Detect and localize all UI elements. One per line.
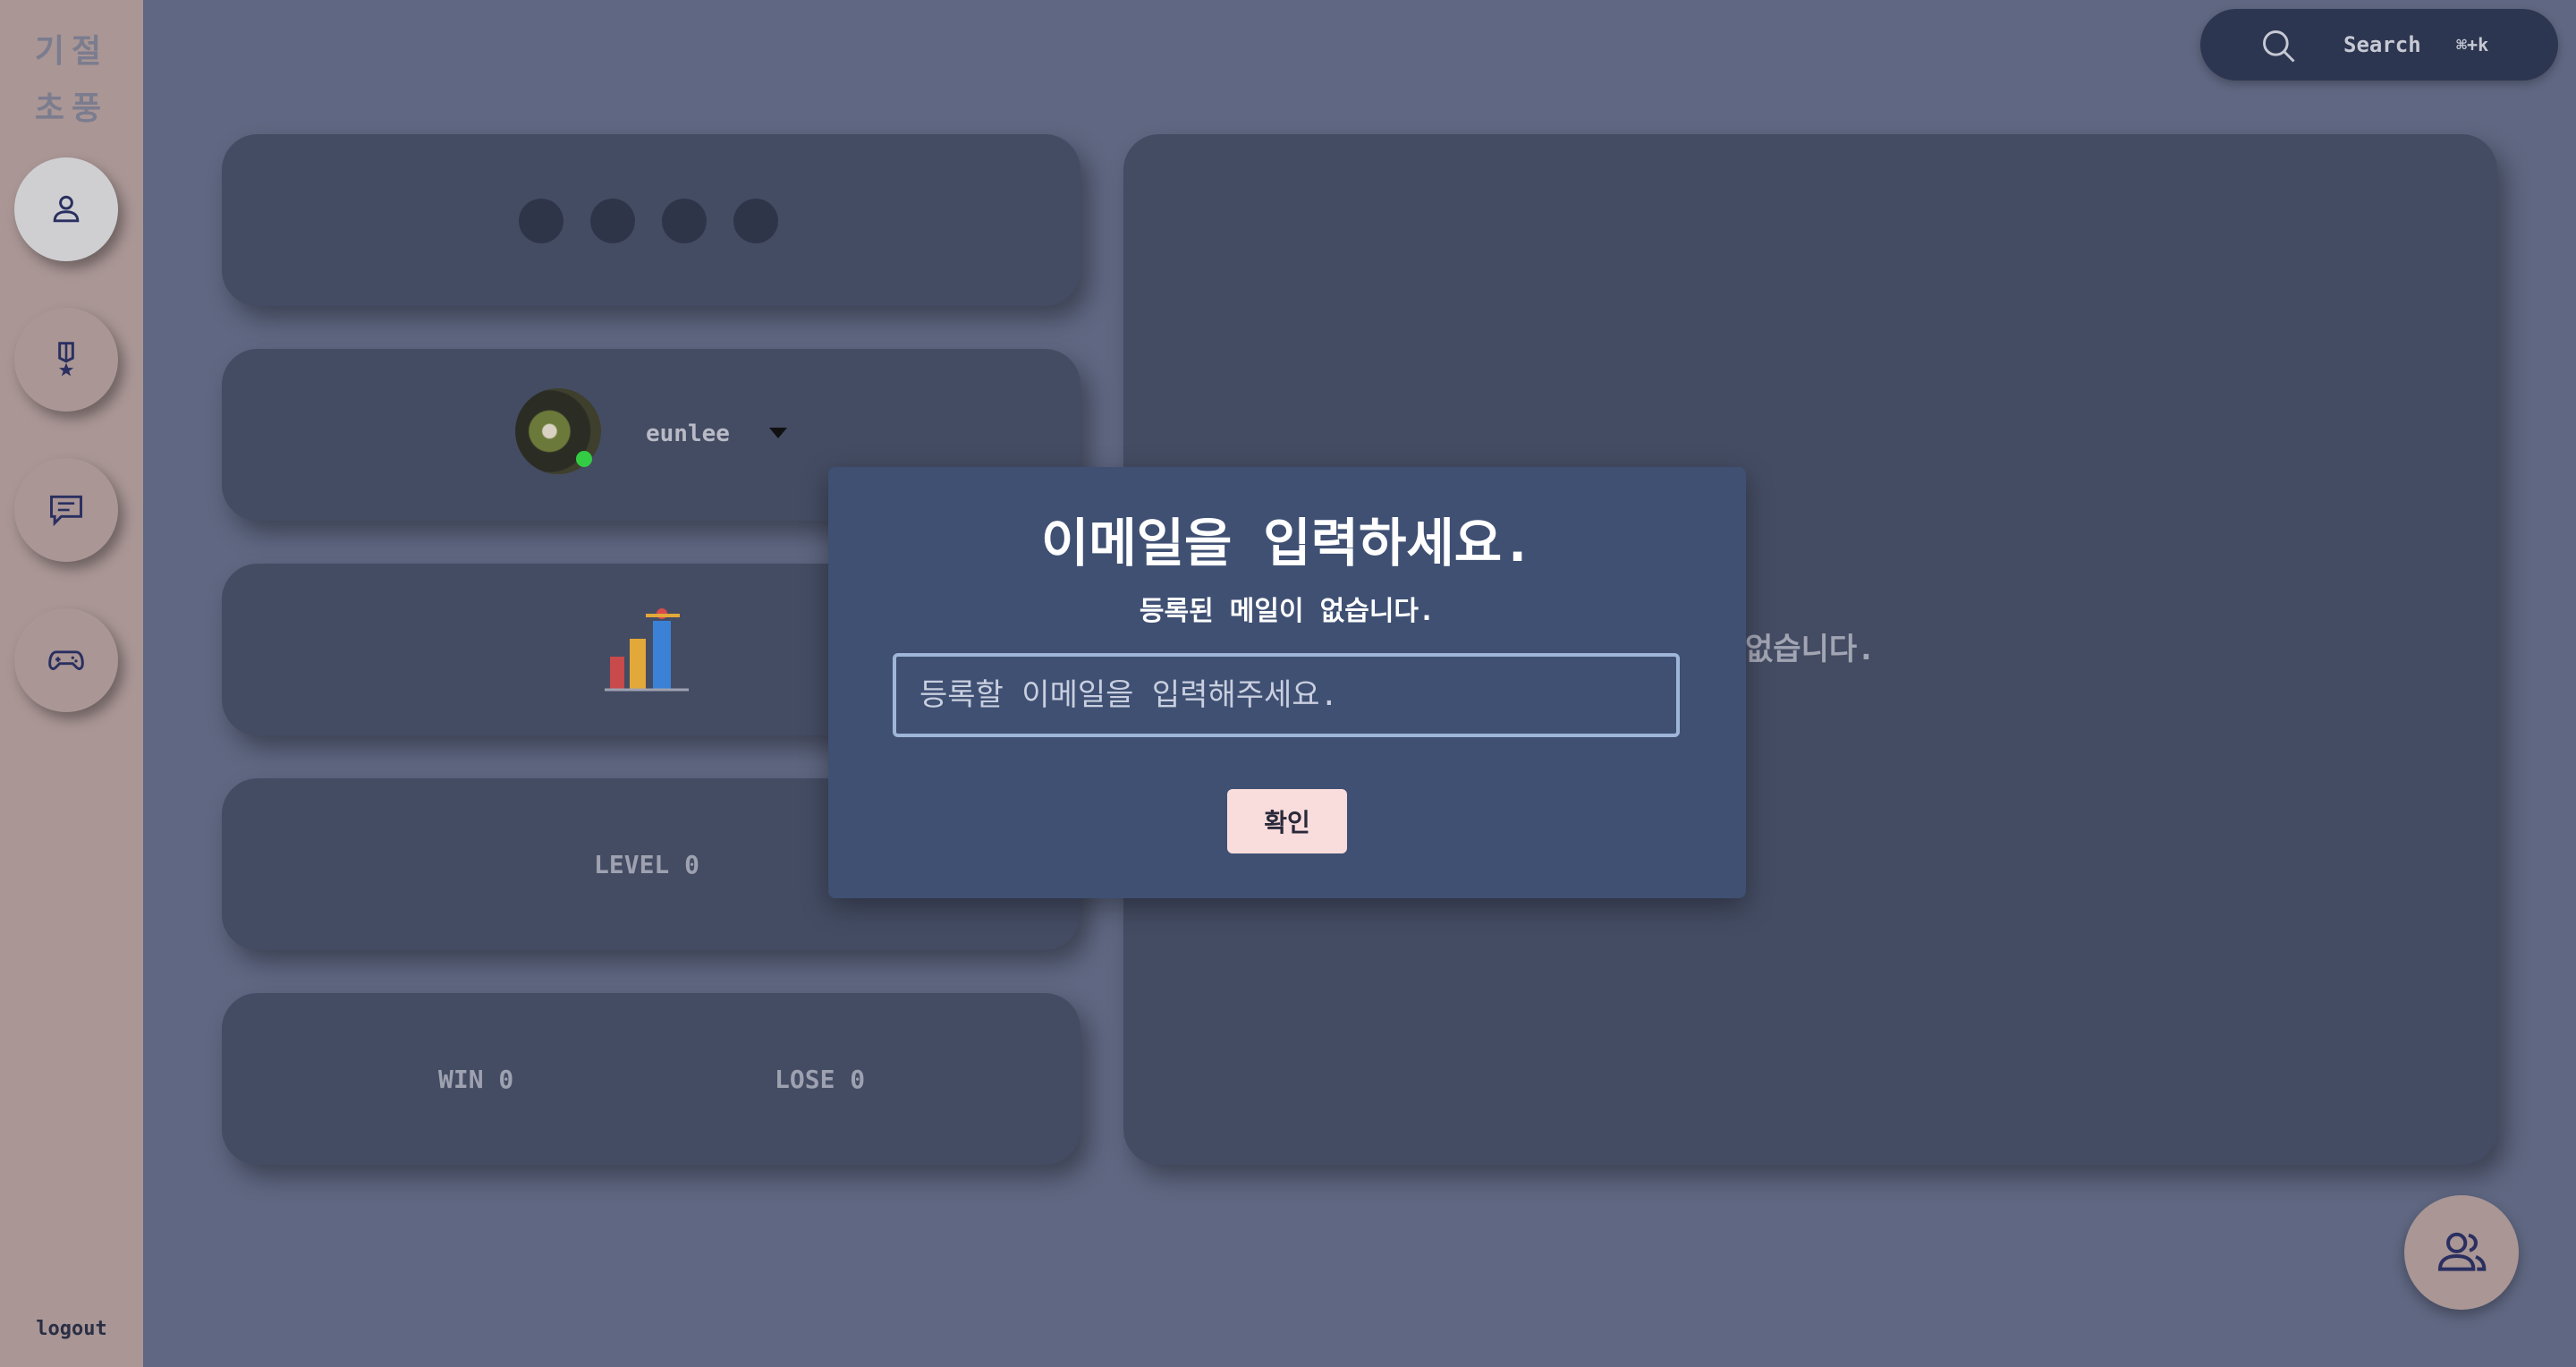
app-logo[interactable]: 기절 초풍 bbox=[0, 23, 143, 138]
bar-chart-icon bbox=[605, 608, 689, 692]
chat-icon bbox=[50, 495, 82, 527]
sidebar-item-chat[interactable] bbox=[14, 458, 118, 562]
gamepad-icon bbox=[48, 650, 84, 670]
logo-line-1: 기절 bbox=[34, 33, 109, 70]
friends-button[interactable] bbox=[2404, 1195, 2519, 1310]
loading-card bbox=[222, 134, 1080, 306]
record-card: WIN 0 LOSE 0 bbox=[222, 993, 1080, 1165]
email-input[interactable] bbox=[893, 653, 1680, 737]
chevron-down-icon[interactable] bbox=[769, 428, 787, 438]
email-modal: 이메일을 입력하세요. 등록된 메일이 없습니다. 확인 bbox=[828, 467, 1746, 898]
search-icon bbox=[2263, 30, 2295, 63]
win-count: WIN 0 bbox=[438, 1065, 514, 1094]
friends-icon bbox=[2437, 1232, 2487, 1271]
medal-icon bbox=[58, 342, 74, 377]
search-shortcut: ⌘+k bbox=[2456, 34, 2489, 55]
loading-dot bbox=[519, 199, 564, 243]
loading-dot bbox=[590, 199, 635, 243]
sidebar: 기절 초풍 logout bbox=[0, 0, 143, 1367]
loading-dot bbox=[733, 199, 778, 243]
search-bar[interactable]: Search ⌘+k bbox=[2200, 9, 2558, 81]
search-label: Search bbox=[2343, 32, 2421, 57]
online-status-indicator bbox=[576, 451, 592, 467]
logo-line-2: 초풍 bbox=[34, 90, 109, 127]
logout-button[interactable]: logout bbox=[0, 1318, 143, 1340]
modal-title: 이메일을 입력하세요. bbox=[1040, 513, 1534, 573]
loading-dot bbox=[662, 199, 707, 243]
sidebar-item-profile[interactable] bbox=[14, 157, 118, 261]
sidebar-item-ranking[interactable] bbox=[14, 308, 118, 412]
person-icon bbox=[53, 195, 80, 223]
confirm-button[interactable]: 확인 bbox=[1227, 789, 1347, 853]
modal-subtitle: 등록된 메일이 없습니다. bbox=[1139, 596, 1436, 627]
username: eunlee bbox=[646, 420, 730, 447]
lose-count: LOSE 0 bbox=[775, 1065, 866, 1094]
sidebar-item-game[interactable] bbox=[14, 608, 118, 712]
level-label: LEVEL 0 bbox=[594, 850, 700, 879]
